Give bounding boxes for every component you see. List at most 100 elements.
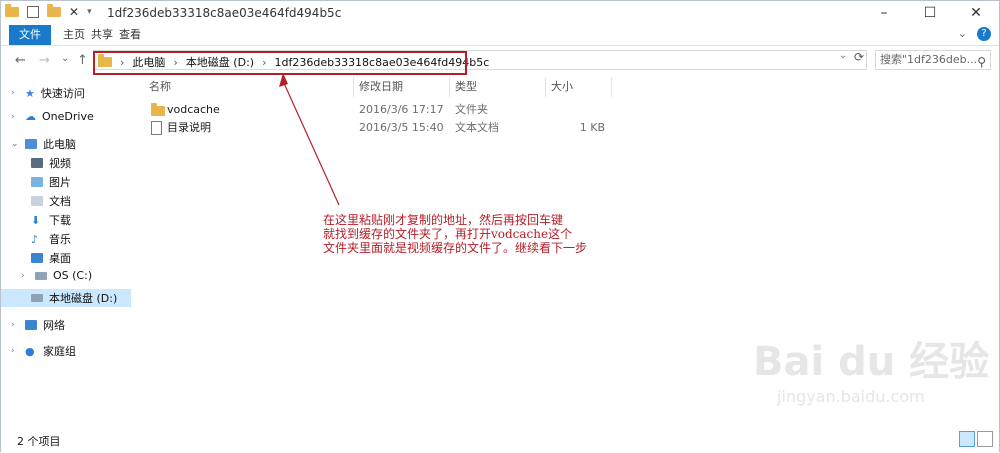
refresh-button[interactable]: ⟳ [851,50,867,68]
sidebar-item-downloads[interactable]: ⬇ 下载 [31,212,71,228]
forward-button[interactable]: → [39,53,50,68]
sidebar-item-label: 视频 [49,157,71,170]
view-toggle [959,431,993,447]
sidebar-item-onedrive[interactable]: › ☁ OneDrive [11,110,94,123]
chevron-right-icon[interactable]: › [11,112,19,122]
chevron-right-icon[interactable]: › [11,88,19,98]
annotation-line: 就找到缓存的文件夹了，再打开vodcache这个 [323,227,573,241]
recent-locations-button[interactable]: ⌄ [61,53,69,64]
sidebar-item-label: 网络 [43,319,65,332]
delete-icon[interactable]: ✕ [69,5,79,19]
video-icon [31,158,43,168]
desktop-icon [31,253,43,263]
column-divider[interactable] [449,77,450,97]
search-placeholder: 搜索"1df236deb... [880,53,978,66]
annotation-text: 在这里粘贴刚才复制的地址，然后再按回车键 就找到缓存的文件夹了，再打开vodca… [323,213,623,255]
ribbon-right: ⌄ ? [958,27,991,41]
file-size: 1 KB [579,121,605,134]
chevron-right-icon[interactable]: › [11,320,19,330]
navigation-pane: › ★ 快速访问 › ☁ OneDrive ⌄ 此电脑 视频 图片 文档 ⬇ 下 [1,77,131,427]
new-folder-icon[interactable] [47,4,61,17]
sidebar-item-label: 文档 [49,195,71,208]
sidebar-item-label: 此电脑 [43,138,76,151]
sidebar-item-network[interactable]: › 网络 [11,317,65,333]
watermark-logo: Bai du 经验 [753,339,990,385]
file-name: 目录说明 [167,121,211,134]
annotation-line: 文件夹里面就是视频缓存的文件了。继续看下一步 [323,241,588,255]
table-row[interactable]: 目录说明 2016/3/5 15:40 文本文档 1 KB [141,119,881,137]
explorer-window: ✕ ▾ 1df236deb33318c8ae03e464fd494b5c – ☐… [0,0,1000,453]
help-icon[interactable]: ? [977,27,991,41]
music-icon: ♪ [31,232,39,246]
chevron-right-icon[interactable]: › [11,346,19,356]
sidebar-item-os-c[interactable]: › OS (C:) [21,269,92,282]
status-bar: 2 个项目 [1,429,999,453]
tab-file[interactable]: 文件 [9,25,51,45]
details-view-icon[interactable] [959,431,975,447]
search-icon: ⚲ [977,55,986,69]
back-button[interactable]: ← [15,53,26,68]
column-divider[interactable] [611,77,612,97]
up-button[interactable]: ↑ [77,53,88,68]
documents-icon [31,196,43,206]
sidebar-item-label: 图片 [49,176,71,189]
properties-icon[interactable] [27,6,39,18]
column-header-modified[interactable]: 修改日期 [359,77,403,97]
column-header-name[interactable]: 名称 [149,77,171,97]
sidebar-item-label: OneDrive [42,110,94,123]
column-divider[interactable] [545,77,546,97]
column-divider[interactable] [353,77,354,97]
window-controls: – ☐ ✕ [861,1,999,25]
expand-ribbon-icon[interactable]: ⌄ [958,27,967,41]
tab-view[interactable]: 查看 [109,25,151,45]
chevron-right-icon[interactable]: › [21,271,29,281]
sidebar-item-label: 桌面 [49,252,71,265]
sidebar-item-label: OS (C:) [53,269,93,282]
customize-toolbar-icon[interactable]: ▾ [87,7,92,17]
window-title: 1df236deb33318c8ae03e464fd494b5c [107,6,342,20]
maximize-button[interactable]: ☐ [907,1,953,25]
sidebar-item-desktop[interactable]: 桌面 [31,250,71,266]
search-input[interactable]: 搜索"1df236deb... ⚲ [875,50,991,70]
sidebar-item-music[interactable]: ♪ 音乐 [31,231,71,247]
sidebar-item-quick-access[interactable]: › ★ 快速访问 [11,85,85,101]
close-button[interactable]: ✕ [953,1,999,25]
item-count: 2 个项目 [17,435,61,448]
sidebar-item-documents[interactable]: 文档 [31,193,71,209]
sidebar-item-videos[interactable]: 视频 [31,155,71,171]
folder-icon [5,4,19,17]
text-document-icon [151,119,168,137]
annotation-line: 在这里粘贴刚才复制的地址，然后再按回车键 [323,213,564,227]
star-icon: ★ [25,86,35,100]
minimize-button[interactable]: – [861,1,907,25]
address-dropdown-icon[interactable]: ⌄ [835,50,851,68]
column-header-type[interactable]: 类型 [455,77,477,97]
file-modified: 2016/3/5 15:40 [359,121,444,134]
address-highlight-box [93,51,467,75]
file-type: 文件夹 [455,103,488,116]
sidebar-item-label: 本地磁盘 (D:) [49,292,118,305]
drive-icon [31,294,43,302]
file-type: 文本文档 [455,121,499,134]
drive-icon [35,271,47,280]
sidebar-item-label: 快速访问 [40,87,85,100]
sidebar-item-pictures[interactable]: 图片 [31,174,71,190]
pictures-icon [31,177,43,187]
large-icons-view-icon[interactable] [977,431,993,447]
quick-access-toolbar: ✕ ▾ [5,4,92,19]
title-bar: ✕ ▾ 1df236deb33318c8ae03e464fd494b5c – ☐… [1,1,999,25]
column-header-size[interactable]: 大小 [551,77,573,97]
sidebar-item-label: 下载 [49,214,71,227]
table-row[interactable]: vodcache 2016/3/6 17:17 文件夹 [141,101,881,119]
homegroup-icon: ● [25,344,35,358]
ribbon-tabs: 文件 主页 共享 查看 ⌄ ? [1,25,999,46]
sidebar-item-drive-d[interactable]: 本地磁盘 (D:) [1,289,131,307]
sidebar-item-label: 音乐 [49,233,71,246]
sidebar-item-homegroup[interactable]: › ● 家庭组 [11,343,76,359]
sidebar-item-label: 家庭组 [43,345,76,358]
network-icon [25,320,37,330]
chevron-down-icon[interactable]: ⌄ [11,139,19,149]
file-name: vodcache [167,103,220,116]
sidebar-item-this-pc[interactable]: ⌄ 此电脑 [11,136,76,152]
cloud-icon: ☁ [25,110,36,123]
